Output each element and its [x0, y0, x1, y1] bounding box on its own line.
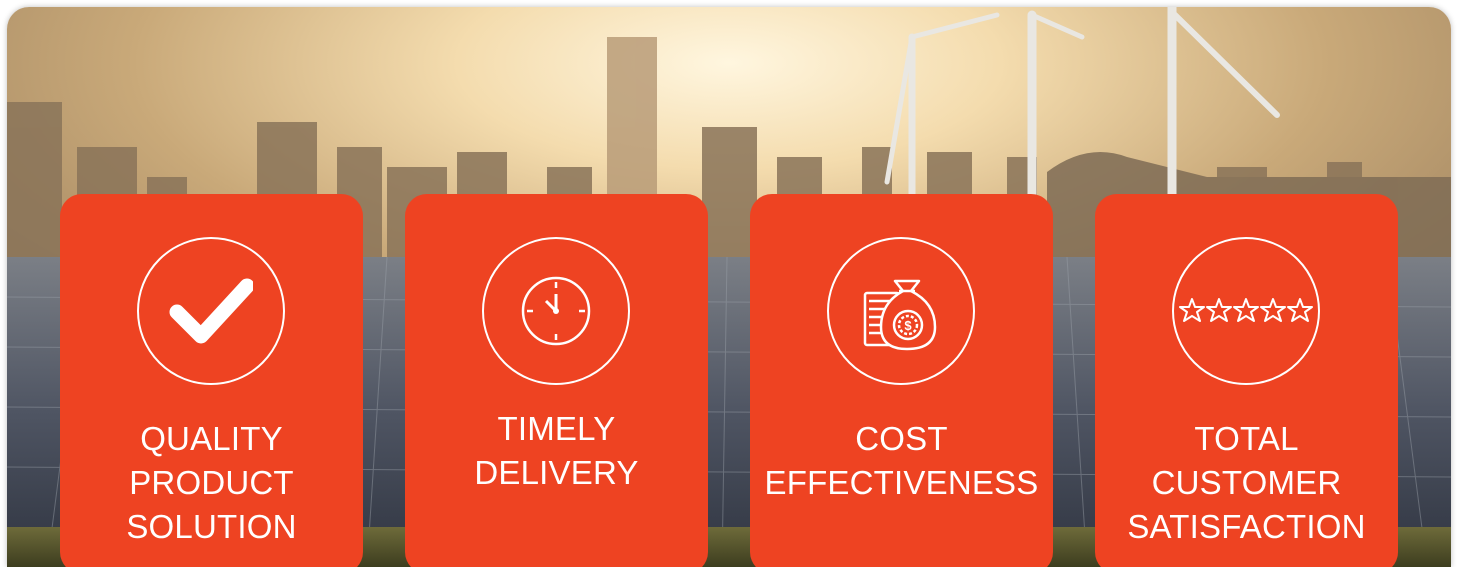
icon-circle: $ [827, 237, 975, 385]
feature-card-quality: QUALITY PRODUCT SOLUTION [60, 194, 363, 567]
feature-card-timely: TIMELY DELIVERY [405, 194, 708, 567]
feature-label: TIMELY DELIVERY [405, 407, 708, 495]
svg-text:$: $ [904, 318, 912, 333]
feature-label-line: CUSTOMER [1151, 464, 1342, 501]
feature-label-line: QUALITY [140, 420, 283, 457]
feature-label-line: COST [855, 420, 948, 457]
feature-label-line: PRODUCT [129, 464, 294, 501]
clock-icon [521, 276, 591, 346]
five-stars-icon [1179, 298, 1313, 322]
feature-label-line: EFFECTIVENESS [764, 464, 1039, 501]
feature-label-line: TIMELY [497, 410, 616, 447]
feature-label: QUALITY PRODUCT SOLUTION [60, 417, 363, 549]
feature-cards: QUALITY PRODUCT SOLUTION TIMELY DELIVERY… [7, 194, 1451, 567]
feature-label-line: DELIVERY [474, 454, 639, 491]
feature-card-cost: $ COST EFFECTIVENESS [750, 194, 1053, 567]
feature-card-satisfaction: TOTAL CUSTOMER SATISFACTION [1095, 194, 1398, 567]
feature-label: TOTAL CUSTOMER SATISFACTION [1095, 417, 1398, 549]
money-bag-icon: $ [863, 279, 937, 351]
feature-label-line: SATISFACTION [1127, 508, 1366, 545]
feature-label: COST EFFECTIVENESS [750, 417, 1053, 505]
feature-label-line: TOTAL [1194, 420, 1299, 457]
icon-circle [482, 237, 630, 385]
checkmark-icon [169, 278, 253, 344]
icon-circle [1172, 237, 1320, 385]
icon-circle [137, 237, 285, 385]
feature-label-line: SOLUTION [126, 508, 297, 545]
hero-banner: QUALITY PRODUCT SOLUTION TIMELY DELIVERY… [7, 7, 1451, 567]
